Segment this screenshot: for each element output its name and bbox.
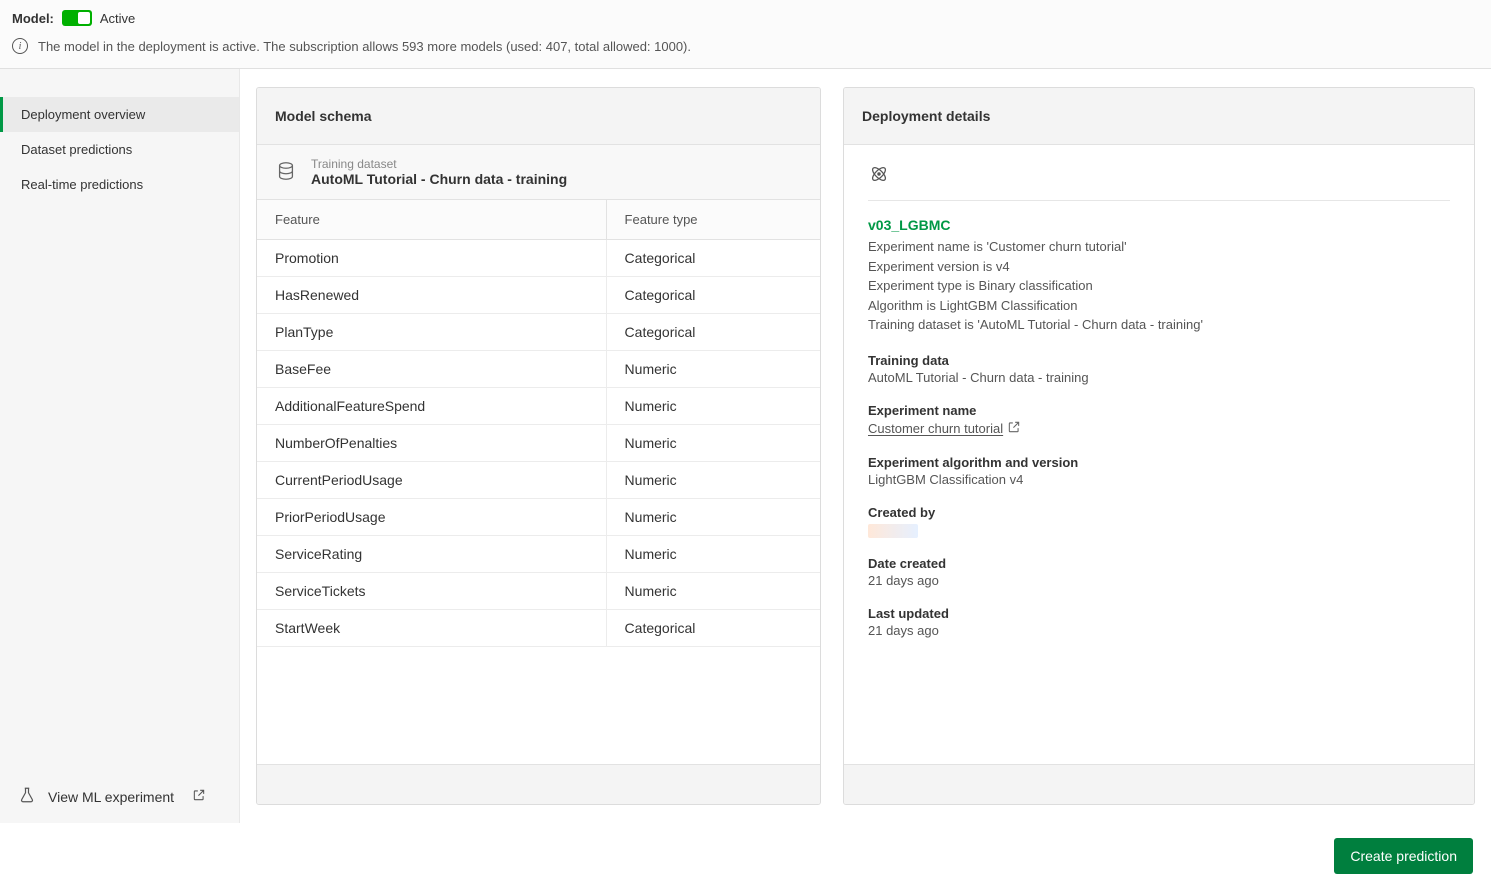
deployment-details-header: Deployment details — [844, 88, 1474, 145]
schema-panel-footer — [257, 764, 820, 804]
table-row: PriorPeriodUsageNumeric — [257, 499, 820, 536]
feature-type-cell: Numeric — [606, 499, 820, 536]
feature-type-cell: Numeric — [606, 388, 820, 425]
feature-cell: PlanType — [257, 314, 606, 351]
table-row: ServiceTicketsNumeric — [257, 573, 820, 610]
last-updated-label: Last updated — [868, 606, 1450, 621]
training-data-value: AutoML Tutorial - Churn data - training — [868, 370, 1450, 385]
created-by-redacted — [868, 524, 918, 538]
flask-icon — [18, 786, 36, 807]
table-row: ServiceRatingNumeric — [257, 536, 820, 573]
feature-type-cell: Categorical — [606, 240, 820, 277]
external-link-icon — [192, 788, 206, 805]
atom-icon — [868, 173, 890, 188]
created-by-label: Created by — [868, 505, 1450, 520]
divider — [868, 200, 1450, 201]
details-panel-footer — [844, 764, 1474, 804]
model-name: v03_LGBMC — [868, 217, 1450, 233]
algo-version-value: LightGBM Classification v4 — [868, 472, 1450, 487]
feature-cell: NumberOfPenalties — [257, 425, 606, 462]
model-active-toggle[interactable] — [62, 10, 92, 26]
table-row: HasRenewedCategorical — [257, 277, 820, 314]
sidebar-item-dataset-predictions[interactable]: Dataset predictions — [0, 132, 239, 167]
info-icon: i — [12, 38, 28, 54]
feature-cell: AdditionalFeatureSpend — [257, 388, 606, 425]
detail-line: Experiment type is Binary classification — [868, 276, 1450, 296]
sidebar-item-real-time-predictions[interactable]: Real-time predictions — [0, 167, 239, 202]
feature-cell: ServiceRating — [257, 536, 606, 573]
table-row: PromotionCategorical — [257, 240, 820, 277]
model-status-text: Active — [100, 11, 135, 26]
feature-type-cell: Numeric — [606, 536, 820, 573]
last-updated-value: 21 days ago — [868, 623, 1450, 638]
bottom-bar: Create prediction — [0, 826, 1491, 886]
feature-cell: BaseFee — [257, 351, 606, 388]
table-row: PlanTypeCategorical — [257, 314, 820, 351]
feature-cell: PriorPeriodUsage — [257, 499, 606, 536]
feature-cell: StartWeek — [257, 610, 606, 647]
model-label: Model: — [12, 11, 54, 26]
feature-type-cell: Categorical — [606, 277, 820, 314]
col-feature-type: Feature type — [606, 200, 820, 240]
table-row: CurrentPeriodUsageNumeric — [257, 462, 820, 499]
feature-cell: HasRenewed — [257, 277, 606, 314]
database-icon — [275, 159, 297, 186]
col-feature: Feature — [257, 200, 606, 240]
training-dataset-tiny-label: Training dataset — [311, 157, 567, 171]
view-ml-experiment-label: View ML experiment — [48, 789, 174, 805]
external-link-icon — [1007, 420, 1021, 437]
feature-type-cell: Numeric — [606, 462, 820, 499]
experiment-name-value: Customer churn tutorial — [868, 421, 1003, 436]
feature-type-cell: Numeric — [606, 573, 820, 610]
create-prediction-button[interactable]: Create prediction — [1334, 838, 1473, 874]
table-row: AdditionalFeatureSpendNumeric — [257, 388, 820, 425]
subscription-info-text: The model in the deployment is active. T… — [38, 39, 691, 54]
training-data-label: Training data — [868, 353, 1450, 368]
date-created-label: Date created — [868, 556, 1450, 571]
detail-line: Experiment version is v4 — [868, 257, 1450, 277]
detail-line: Experiment name is 'Customer churn tutor… — [868, 237, 1450, 257]
feature-type-cell: Numeric — [606, 351, 820, 388]
experiment-name-label: Experiment name — [868, 403, 1450, 418]
top-bar: Model: Active i The model in the deploym… — [0, 0, 1491, 69]
table-row: BaseFeeNumeric — [257, 351, 820, 388]
algo-version-label: Experiment algorithm and version — [868, 455, 1450, 470]
training-dataset-name: AutoML Tutorial - Churn data - training — [311, 171, 567, 187]
sidebar: Deployment overviewDataset predictionsRe… — [0, 69, 240, 823]
feature-type-cell: Categorical — [606, 610, 820, 647]
feature-cell: Promotion — [257, 240, 606, 277]
model-schema-panel: Model schema Training dataset AutoML Tut… — [256, 87, 821, 805]
model-schema-header: Model schema — [257, 88, 820, 145]
table-row: StartWeekCategorical — [257, 610, 820, 647]
feature-cell: CurrentPeriodUsage — [257, 462, 606, 499]
feature-type-cell: Categorical — [606, 314, 820, 351]
date-created-value: 21 days ago — [868, 573, 1450, 588]
schema-table: Feature Feature type PromotionCategorica… — [257, 200, 820, 647]
detail-line: Algorithm is LightGBM Classification — [868, 296, 1450, 316]
feature-type-cell: Numeric — [606, 425, 820, 462]
experiment-name-link[interactable]: Customer churn tutorial — [868, 420, 1021, 437]
deployment-details-panel: Deployment details v03_LGBMC Experiment … — [843, 87, 1475, 805]
training-dataset-banner: Training dataset AutoML Tutorial - Churn… — [257, 145, 820, 200]
view-ml-experiment-link[interactable]: View ML experiment — [0, 770, 239, 823]
detail-line: Training dataset is 'AutoML Tutorial - C… — [868, 315, 1450, 335]
sidebar-item-deployment-overview[interactable]: Deployment overview — [0, 97, 239, 132]
feature-cell: ServiceTickets — [257, 573, 606, 610]
table-row: NumberOfPenaltiesNumeric — [257, 425, 820, 462]
